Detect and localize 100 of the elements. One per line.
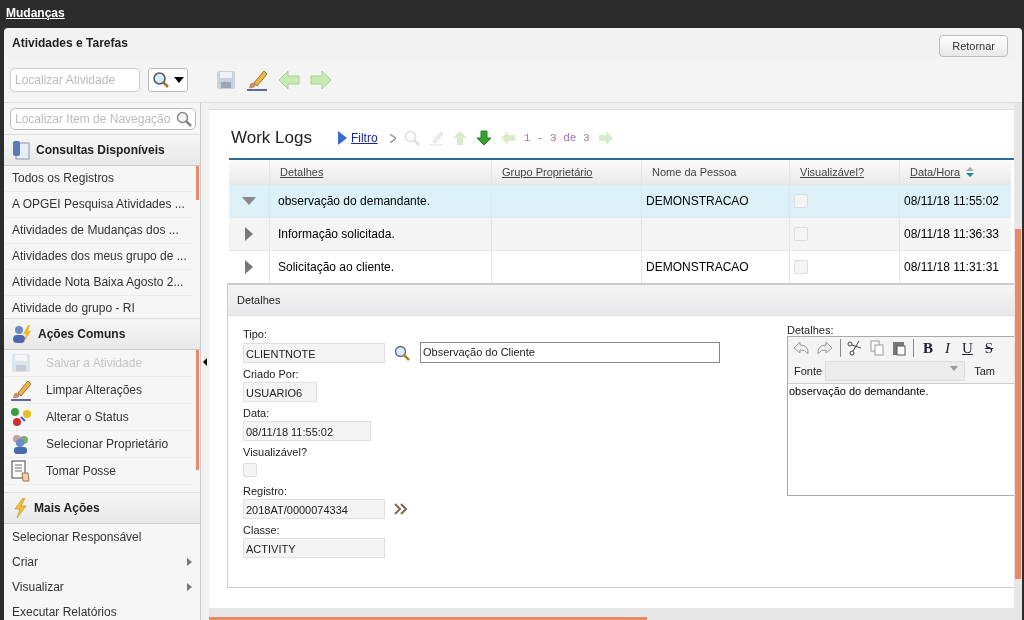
search-dropdown-button[interactable] [148,68,188,92]
font-dropdown[interactable] [825,361,966,381]
play-icon [337,131,347,145]
format-button[interactable]: I [942,339,953,357]
menu-item[interactable]: Criar [4,549,200,574]
app-title-link[interactable]: Mudanças [6,6,65,20]
table-cell: Solicitação ao cliente. [278,260,395,274]
expand-triangle-icon[interactable] [245,227,253,241]
description-field[interactable]: Observação do Cliente [420,342,720,363]
section-title: Consultas Disponíveis [36,143,165,157]
table-cell: DEMONSTRACAO [646,260,749,274]
column-header-link[interactable]: Detalhes [280,166,324,178]
query-item[interactable]: Atividades dos meus grupo de ... [4,244,192,270]
column-header-link[interactable]: Data/Hora [910,166,961,178]
action-item[interactable]: Alterar o Status [4,404,192,431]
search-field[interactable]: Localizar Atividade [10,68,140,92]
menu-item[interactable]: Selecionar Responsável [4,524,200,549]
table-cell: 08/11/18 11:36:33 [904,227,999,241]
readonly-field: 08/11/18 11:55:02 [243,421,371,441]
double-chevron-icon[interactable] [394,503,408,515]
forward-arrow-icon[interactable] [310,70,332,90]
scrollbar-thumb[interactable] [196,350,199,470]
field-label: Criado Por: [243,368,300,380]
collapse-triangle-icon[interactable] [242,197,256,205]
action-item[interactable]: Limpar Alterações [4,377,192,404]
redo-icon[interactable] [816,340,834,356]
up-arrow-icon[interactable] [451,130,468,146]
selected-table-row[interactable]: observação do demandante. DEMONSTRACAO 08/11/18 11:55:02 [229,184,1011,217]
field-label: Data: [243,407,271,419]
query-item[interactable]: Atividades de Mudanças dos ... [4,218,192,244]
menu-item[interactable]: Visualizar [4,574,200,599]
menu-item[interactable]: Executar Relatórios [4,599,200,620]
people-lightning-icon [12,324,32,344]
expand-triangle-icon[interactable] [245,260,253,274]
lightning-icon [12,498,28,518]
table-cell: Informação solicitada. [278,227,395,241]
checkbox[interactable] [794,194,808,208]
table-row[interactable]: Solicitação ao cliente. DEMONSTRACAO 08/11/18 11:31:31 [229,250,1011,283]
next-arrow-icon[interactable] [597,131,614,145]
field-label: Visualizável? [243,446,308,458]
action-item[interactable]: Selecionar Proprietário [4,431,192,458]
scrollbar-thumb[interactable] [209,617,647,620]
undo-icon[interactable] [792,340,810,356]
action-label: Limpar Alterações [46,383,143,397]
search-icon[interactable] [176,111,192,127]
action-item[interactable]: Tomar Posse [4,458,192,485]
checkbox[interactable] [243,463,257,477]
table-row[interactable]: Informação solicitada. 08/11/18 11:36:33 [229,217,1011,250]
back-button[interactable]: Retornar [939,35,1008,57]
copy-icon[interactable] [869,340,885,356]
checkbox[interactable] [794,260,808,274]
table-cell: DEMONSTRACAO [646,194,749,208]
query-item[interactable]: Todos os Registros [4,166,192,192]
search-icon [152,71,170,89]
previous-arrow-icon[interactable] [499,131,516,145]
action-label: Alterar o Status [46,410,129,424]
navigation-search-field[interactable]: Localizar Item de Navegação [10,108,196,130]
format-button[interactable]: U [959,339,976,357]
table-cell: 08/11/18 11:55:02 [904,194,999,208]
section-header[interactable]: Ações Comuns [4,318,200,350]
back-arrow-icon[interactable] [278,70,300,90]
column-header-link[interactable]: Grupo Proprietário [502,166,593,178]
section-header[interactable]: Mais Ações [4,492,200,524]
search-icon[interactable] [394,344,410,361]
chevron-icon[interactable] [389,133,396,143]
column-header: Nome da Pessoa [652,166,737,178]
save-icon[interactable] [216,70,236,90]
format-button[interactable]: S [981,339,997,357]
readonly-field: CLIENTNOTE [243,342,385,363]
scrollbar-thumb[interactable] [1015,229,1021,579]
format-button[interactable]: B [920,339,936,357]
section-title: Work Logs [231,128,312,148]
query-item[interactable]: Atividade Nota Baixa Agosto 2... [4,270,192,296]
scissors-icon[interactable] [847,340,863,356]
pager-text: 1 - 3 de 3 [523,132,590,144]
section-title: Mais Ações [34,501,100,515]
down-arrow-icon[interactable] [475,130,492,146]
action-label: Selecionar Proprietário [46,437,169,451]
readonly-field: 2018AT/0000074334 [243,499,385,519]
caret-icon [174,77,184,83]
brush-icon [10,379,32,401]
save-icon [10,353,32,373]
page-title: Atividades e Tarefas [12,36,128,50]
document-hand-icon [10,460,32,482]
section-header[interactable]: Consultas Disponíveis [4,134,200,166]
filter-link[interactable]: Filtro [350,131,378,145]
scrollbar-thumb[interactable] [196,166,199,200]
colored-dots-icon [10,407,32,427]
table-cell: observação do demandante. [278,194,431,208]
font-label: Fonte [794,365,823,377]
panel-title: Detalhes [237,294,281,306]
document-icon [12,140,30,160]
sort-icon[interactable] [966,167,975,177]
column-header-link[interactable]: Visualizável? [800,166,864,178]
brush-icon[interactable] [246,69,268,91]
field-label: Detalhes: [787,324,835,336]
table-cell: 08/11/18 11:31:31 [904,260,999,274]
field-label: Registro: [243,485,289,497]
query-item[interactable]: A OPGEI Pesquisa Atividades ... [4,192,192,218]
paste-icon[interactable] [891,340,907,356]
